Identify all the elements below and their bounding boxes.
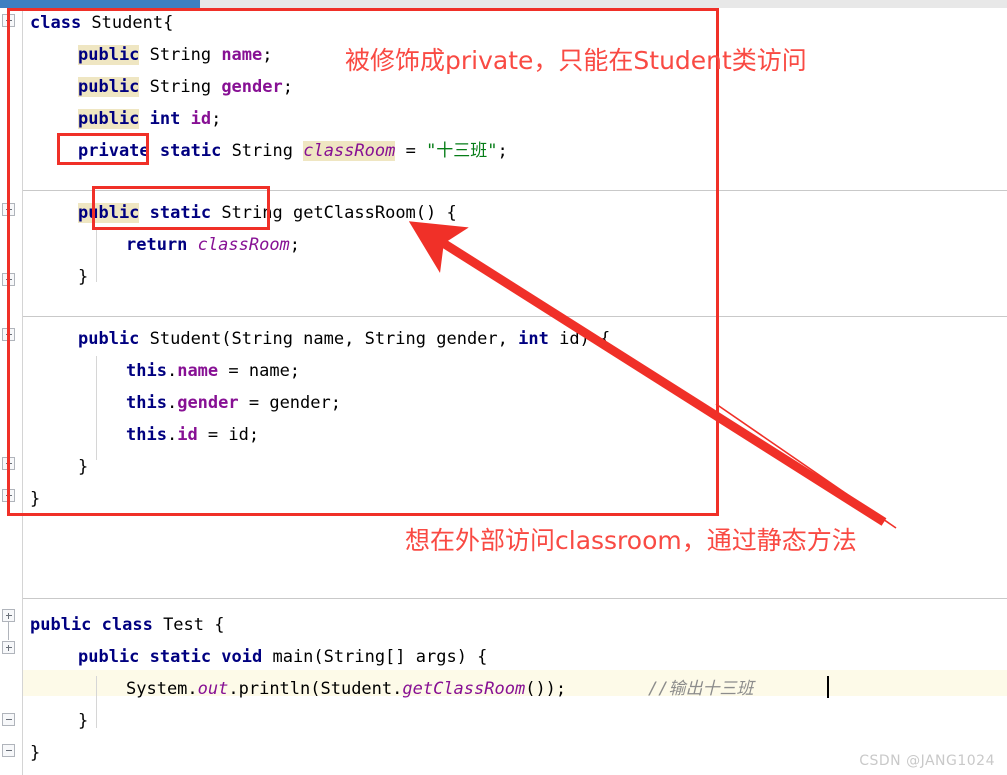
code-token: =	[395, 141, 427, 161]
code-token: Student{	[91, 13, 174, 33]
code-token: classRoom	[197, 235, 290, 255]
code-line[interactable]: public String gender;	[0, 74, 293, 100]
code-line[interactable]: }	[0, 486, 40, 512]
text-caret	[827, 676, 829, 698]
code-line[interactable]: this.name = name;	[0, 358, 300, 384]
code-token: //输出十三班	[648, 679, 754, 699]
code-token: id) {	[548, 329, 611, 349]
code-line[interactable]: System.out.println(Student.getClassRoom(…	[0, 676, 754, 702]
code-token: .	[166, 393, 178, 413]
code-token: int	[518, 329, 549, 349]
code-token: public	[78, 109, 140, 129]
code-token: .	[166, 361, 178, 381]
code-token: }	[78, 267, 89, 287]
code-token: }	[30, 743, 41, 763]
code-line[interactable]: this.gender = gender;	[0, 390, 341, 416]
code-token: "十三班"	[426, 141, 498, 161]
code-token: public	[78, 203, 140, 223]
code-token: Student(String name, String gender,	[139, 329, 519, 349]
code-token: }	[78, 711, 89, 731]
code-token: .println(Student.	[228, 679, 403, 699]
code-token: private	[78, 141, 150, 161]
code-editor[interactable]: class Student{public String name; public …	[0, 8, 1007, 775]
code-token: String getClassRoom() {	[211, 203, 457, 223]
code-token: static	[159, 141, 222, 161]
code-token: this	[126, 425, 167, 445]
code-token: }	[30, 489, 41, 509]
code-token: public static void	[78, 647, 273, 667]
code-token: return	[126, 235, 188, 255]
code-token: name	[221, 45, 263, 65]
code-token: = name;	[218, 361, 301, 381]
code-token: ;	[289, 235, 301, 255]
code-token: = gender;	[238, 393, 341, 413]
horizontal-scrollbar-track[interactable]	[0, 0, 1007, 8]
code-line[interactable]: public int id;	[0, 106, 221, 132]
code-line[interactable]: public static void main(String[] args) {	[0, 644, 487, 670]
class-separator	[23, 598, 1007, 599]
code-token: public	[78, 45, 140, 65]
code-token: String	[139, 77, 222, 97]
code-line[interactable]: }	[0, 264, 88, 290]
code-token: Test {	[163, 615, 225, 635]
code-token: getClassRoom	[402, 679, 526, 699]
code-line[interactable]: private static String classRoom = "十三班";	[0, 138, 508, 164]
code-line[interactable]: return classRoom;	[0, 232, 300, 258]
code-line[interactable]: public static String getClassRoom() {	[0, 200, 457, 226]
code-token: name	[177, 361, 219, 381]
member-separator	[23, 316, 1007, 317]
code-token: int	[149, 109, 181, 129]
code-token: = id;	[197, 425, 260, 445]
code-line[interactable]: }	[0, 708, 88, 734]
code-token: gender	[177, 393, 239, 413]
code-token: public class	[30, 615, 164, 635]
code-token: ());	[525, 679, 567, 699]
code-token: String	[139, 45, 222, 65]
watermark: CSDN @JANG1024	[859, 753, 995, 769]
code-token: main(String[] args) {	[272, 647, 488, 667]
code-line[interactable]: public class Test {	[0, 612, 224, 638]
code-token: class	[30, 13, 92, 33]
code-line[interactable]: }	[0, 454, 88, 480]
code-line[interactable]: public String name;	[0, 42, 273, 68]
horizontal-scrollbar-thumb[interactable]	[0, 0, 200, 8]
code-token: ;	[497, 141, 508, 161]
member-separator	[23, 190, 1007, 191]
code-token: classRoom	[303, 141, 396, 161]
code-token: String	[221, 141, 304, 161]
code-token: this	[126, 393, 167, 413]
code-line[interactable]: class Student{	[0, 10, 173, 36]
code-token: this	[126, 361, 167, 381]
code-token: gender	[221, 77, 283, 97]
code-token: public	[78, 77, 140, 97]
code-token: .	[166, 425, 178, 445]
code-token: ;	[262, 45, 273, 65]
code-token: id	[177, 425, 198, 445]
code-token: ;	[211, 109, 222, 129]
code-token: ;	[282, 77, 293, 97]
code-token: public	[78, 329, 140, 349]
code-token: System.	[126, 679, 198, 699]
code-token: static	[149, 203, 212, 223]
code-token: out	[197, 679, 229, 699]
code-line[interactable]: public Student(String name, String gende…	[0, 326, 610, 352]
code-line[interactable]: this.id = id;	[0, 422, 259, 448]
code-line[interactable]: }	[0, 740, 40, 766]
code-token: id	[190, 109, 212, 129]
code-token: }	[78, 457, 89, 477]
